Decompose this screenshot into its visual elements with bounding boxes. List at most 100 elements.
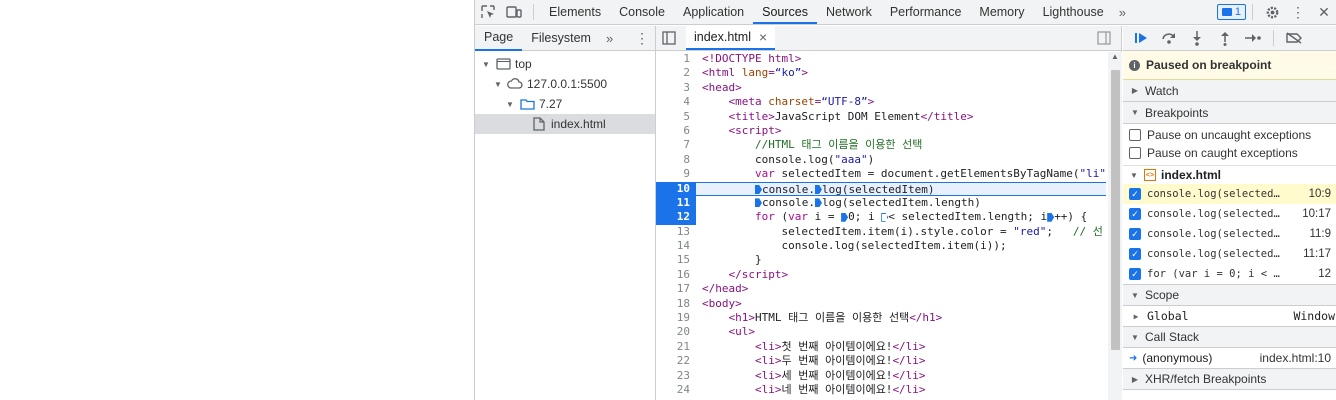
- editor-scrollbar[interactable]: ▲: [1108, 52, 1122, 400]
- section-breakpoints[interactable]: ▼ Breakpoints: [1123, 102, 1336, 124]
- line-number[interactable]: 14: [656, 239, 696, 253]
- breakpoint-checkbox[interactable]: ✓: [1129, 188, 1141, 200]
- more-tabs-chevron-icon[interactable]: »: [1113, 5, 1132, 20]
- tree-item-folder[interactable]: ▼ 7.27: [475, 94, 655, 114]
- line-number[interactable]: 20: [656, 325, 696, 339]
- section-call-stack[interactable]: ▼ Call Stack: [1123, 326, 1336, 348]
- breakpoint-checkbox[interactable]: ✓: [1129, 208, 1141, 220]
- deactivate-breakpoints-icon[interactable]: [1280, 26, 1308, 50]
- line-number[interactable]: 18: [656, 297, 696, 311]
- line-number[interactable]: 8: [656, 153, 696, 167]
- line-number[interactable]: 23: [656, 369, 696, 383]
- step-out-icon[interactable]: [1211, 26, 1239, 50]
- line-number[interactable]: 13: [656, 225, 696, 239]
- tab-sources[interactable]: Sources: [753, 0, 817, 24]
- code-line[interactable]: 20 <ul>: [656, 325, 1106, 339]
- frame-location[interactable]: index.html:10: [1260, 351, 1331, 365]
- tab-performance[interactable]: Performance: [881, 0, 971, 24]
- code-line[interactable]: 10 console. log(selectedItem): [656, 181, 1106, 196]
- line-number[interactable]: 16: [656, 268, 696, 282]
- tab-filesystem[interactable]: Filesystem: [522, 26, 600, 50]
- tab-elements[interactable]: Elements: [540, 0, 610, 24]
- settings-gear-icon[interactable]: [1259, 0, 1285, 24]
- code-line[interactable]: 21 <li>첫 번째 아이템이에요!</li>: [656, 340, 1106, 354]
- file-tab-index-html[interactable]: index.html ×: [686, 26, 776, 50]
- inspect-element-icon[interactable]: [475, 0, 501, 24]
- navigator-menu-icon[interactable]: ⋮: [629, 26, 655, 50]
- tab-page[interactable]: Page: [475, 25, 523, 51]
- kebab-menu-icon[interactable]: ⋮: [1285, 0, 1311, 24]
- code-line[interactable]: 2 <html lang=“ko”>: [656, 66, 1106, 80]
- line-number[interactable]: 2: [656, 66, 696, 80]
- breakpoint-item[interactable]: ✓ console.log(selectedItem) 10:17: [1123, 204, 1336, 224]
- code-line[interactable]: 5 <title>JavaScript DOM Element</title>: [656, 110, 1106, 124]
- breakpoint-item[interactable]: ✓ for (var i = 0; i < selectedItem.length…: [1123, 264, 1336, 284]
- breakpoint-item[interactable]: ✓ console.log(selectedItem.length) 11:17: [1123, 244, 1336, 264]
- code-line[interactable]: 3 <head>: [656, 81, 1106, 95]
- scroll-up-icon[interactable]: ▲: [1108, 52, 1122, 61]
- line-number[interactable]: 22: [656, 354, 696, 368]
- code-line[interactable]: 15 }: [656, 253, 1106, 267]
- section-xhr-breakpoints[interactable]: ▶ XHR/fetch Breakpoints: [1123, 368, 1336, 390]
- line-number[interactable]: 6: [656, 124, 696, 138]
- code-line[interactable]: 6 <script>: [656, 124, 1106, 138]
- pause-uncaught-option[interactable]: Pause on uncaught exceptions: [1123, 126, 1336, 144]
- line-number-breakpoint[interactable]: 11: [656, 195, 696, 211]
- breakpoint-checkbox[interactable]: ✓: [1129, 248, 1141, 260]
- step-icon[interactable]: [1239, 26, 1267, 50]
- pause-uncaught-checkbox[interactable]: [1129, 129, 1141, 141]
- line-number[interactable]: 17: [656, 282, 696, 296]
- breakpoint-item[interactable]: ✓ console.log(selectedItem.length) 11:9: [1123, 224, 1336, 244]
- line-number[interactable]: 7: [656, 138, 696, 152]
- breakpoint-file-group[interactable]: ▼ <> index.html: [1123, 165, 1336, 184]
- scrollbar-thumb[interactable]: [1111, 70, 1120, 350]
- step-over-icon[interactable]: [1155, 26, 1183, 50]
- tree-item-origin[interactable]: ▼ 127.0.0.1:5500: [475, 74, 655, 94]
- scope-global[interactable]: ▶ Global Window: [1123, 306, 1336, 326]
- call-frame[interactable]: ➜ (anonymous) index.html:10: [1123, 348, 1336, 368]
- device-toolbar-icon[interactable]: [501, 0, 527, 24]
- more-navigator-chevron-icon[interactable]: »: [600, 31, 619, 46]
- line-number[interactable]: 19: [656, 311, 696, 325]
- tab-memory[interactable]: Memory: [970, 0, 1033, 24]
- code-line[interactable]: 9 var selectedItem = document.getElement…: [656, 167, 1106, 181]
- issues-badge[interactable]: 1: [1216, 4, 1246, 20]
- breakpoint-item[interactable]: ✓ console.log(selectedItem) 10:9: [1123, 184, 1336, 204]
- code-line[interactable]: 14 console.log(selectedItem.item(i));: [656, 239, 1106, 253]
- toggle-debugger-icon[interactable]: [1091, 26, 1117, 50]
- code-line[interactable]: 23 <li>세 번째 아이템이에요!</li>: [656, 369, 1106, 383]
- code-line[interactable]: 22 <li>두 번째 아이템이에요!</li>: [656, 354, 1106, 368]
- resume-icon[interactable]: [1127, 26, 1155, 50]
- section-watch[interactable]: ▶ Watch: [1123, 80, 1336, 102]
- code-line[interactable]: 7 //HTML 태그 이름을 이용한 선택: [656, 138, 1106, 152]
- pause-caught-checkbox[interactable]: [1129, 147, 1141, 159]
- code-line[interactable]: 4 <meta charset=“UTF-8”>: [656, 95, 1106, 109]
- section-scope[interactable]: ▼ Scope: [1123, 284, 1336, 306]
- line-number[interactable]: 3: [656, 81, 696, 95]
- line-number[interactable]: 21: [656, 340, 696, 354]
- breakpoint-checkbox[interactable]: ✓: [1129, 228, 1141, 240]
- line-number[interactable]: 1: [656, 52, 696, 66]
- code-line[interactable]: 12 for (var i = 0; i < selectedItem.leng…: [656, 210, 1106, 225]
- tree-item-top[interactable]: ▼ top: [475, 54, 655, 74]
- pause-caught-option[interactable]: Pause on caught exceptions: [1123, 144, 1336, 162]
- tab-lighthouse[interactable]: Lighthouse: [1034, 0, 1113, 24]
- code-line[interactable]: 16 </script>: [656, 268, 1106, 282]
- code-line[interactable]: 1 <!DOCTYPE html>: [656, 52, 1106, 66]
- tab-console[interactable]: Console: [610, 0, 674, 24]
- code-line[interactable]: 11 console. log(selectedItem.length): [656, 195, 1106, 211]
- close-devtools-icon[interactable]: ✕: [1311, 0, 1336, 24]
- code-line[interactable]: 8 console.log("aaa"): [656, 153, 1106, 167]
- breakpoint-checkbox[interactable]: ✓: [1129, 268, 1141, 280]
- code-line[interactable]: 18 <body>: [656, 297, 1106, 311]
- line-number-breakpoint[interactable]: 12: [656, 210, 696, 225]
- tree-item-file[interactable]: index.html: [475, 114, 655, 134]
- line-number[interactable]: 15: [656, 253, 696, 267]
- tab-network[interactable]: Network: [817, 0, 881, 24]
- code-line[interactable]: 13 selectedItem.item(i).style.color = "r…: [656, 225, 1106, 239]
- toggle-navigator-icon[interactable]: [656, 26, 682, 50]
- tab-application[interactable]: Application: [674, 0, 753, 24]
- line-number[interactable]: 5: [656, 110, 696, 124]
- line-number[interactable]: 24: [656, 383, 696, 397]
- step-into-icon[interactable]: [1183, 26, 1211, 50]
